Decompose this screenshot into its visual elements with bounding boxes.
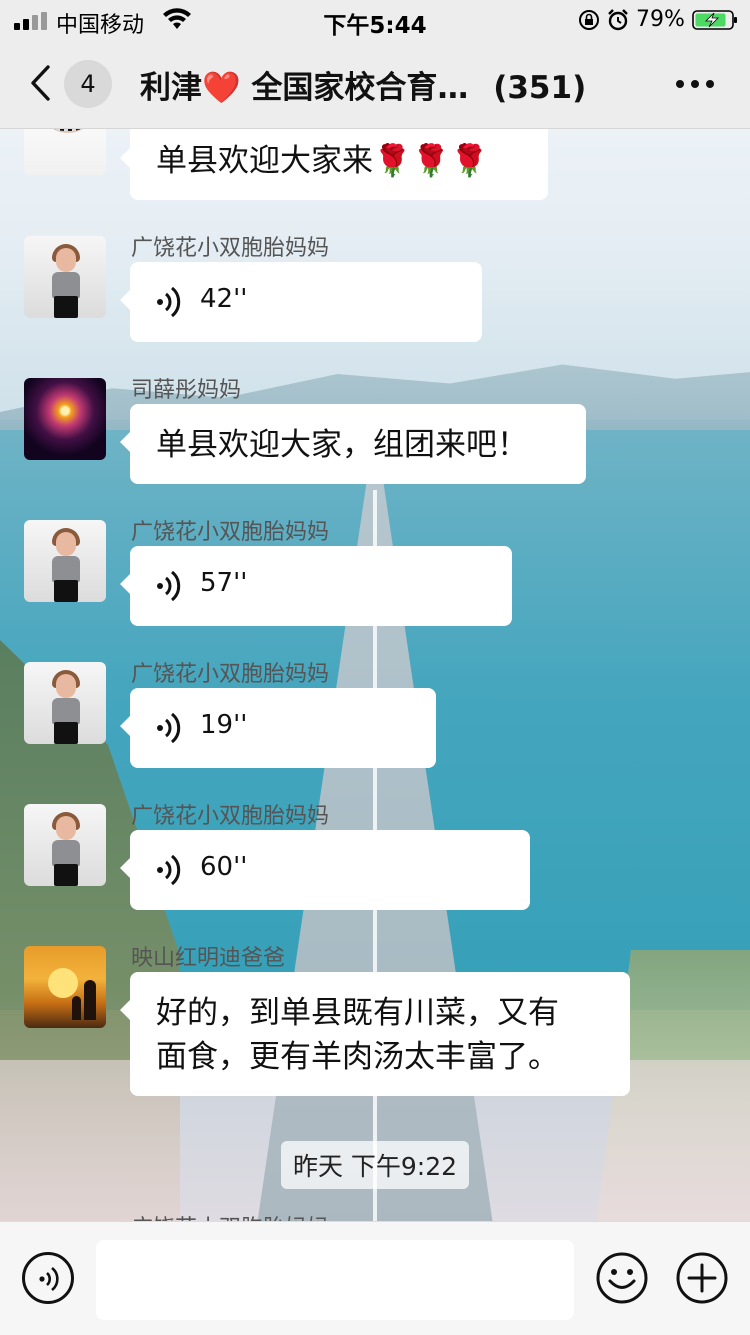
voice-input-icon[interactable] (22, 1252, 74, 1304)
sender-name: 映山红明迪爸爸 (131, 946, 286, 971)
message-text: 单县欢迎大家来🌹🌹🌹 (156, 143, 489, 179)
sender-name: 广饶花小双胞胎妈妈 (131, 1210, 329, 1221)
message-text-line: 面食，更有羊肉汤太丰富了。 (156, 1039, 559, 1075)
voice-message-bubble[interactable]: 57'' (120, 546, 512, 626)
emoji-icon[interactable] (596, 1252, 648, 1304)
message-text-line: 好的，到单县既有川菜，又有 (156, 995, 559, 1031)
chat-title[interactable]: 利津❤️ 全国家校合育… (351) (140, 62, 586, 107)
orientation-lock-icon (579, 10, 599, 30)
status-bar: 中国移动 下午5:44 79% (0, 0, 750, 40)
sender-name: 广饶花小双胞胎妈妈 (131, 520, 330, 545)
voice-duration: 57'' (200, 568, 248, 598)
fireworks-avatar[interactable] (24, 378, 106, 460)
woman-portrait-avatar[interactable] (24, 520, 106, 602)
sender-name: 广饶花小双胞胎妈妈 (131, 662, 330, 687)
voice-duration: 42'' (200, 284, 248, 314)
text-message-bubble[interactable]: 单县欢迎大家，组团来吧！ (120, 404, 586, 484)
woman-portrait-avatar[interactable] (24, 804, 106, 886)
woman-portrait-avatar[interactable] (24, 236, 106, 318)
chat-header: 4 利津❤️ 全国家校合育… (351) (0, 40, 750, 129)
sunset-avatar[interactable] (24, 946, 106, 1028)
text-message-bubble[interactable]: 好的，到单县既有川菜，又有 面食，更有羊肉汤太丰富了。 (120, 972, 630, 1096)
time-divider: 昨天 下午9:22 (0, 1141, 750, 1189)
woman-portrait-avatar[interactable] (24, 662, 106, 744)
alarm-icon (608, 9, 628, 31)
input-bar (0, 1221, 750, 1335)
voice-wave-icon (157, 712, 181, 744)
message-list[interactable]: 单县欢迎大家来🌹🌹🌹 广饶花小双胞胎妈妈 42'' 司薛彤妈妈 单县欢迎大家，组… (0, 129, 750, 1221)
sender-name: 广饶花小双胞胎妈妈 (131, 804, 330, 829)
battery-percentage: 79% (636, 7, 685, 32)
voice-message-bubble[interactable]: 19'' (120, 688, 436, 768)
voice-duration: 60'' (200, 852, 248, 882)
unread-count-badge[interactable]: 4 (64, 60, 112, 108)
sender-name: 司薛彤妈妈 (131, 378, 242, 403)
sender-name: 广饶花小双胞胎妈妈 (131, 236, 330, 261)
voice-wave-icon (157, 286, 181, 318)
voice-wave-icon (157, 570, 181, 602)
message-input[interactable] (96, 1240, 574, 1320)
member-count: (351) (493, 70, 587, 106)
voice-duration: 19'' (200, 710, 248, 740)
necklace-avatar[interactable] (24, 129, 106, 175)
voice-message-bubble[interactable]: 42'' (120, 262, 482, 342)
battery-charging-icon (692, 10, 737, 30)
voice-wave-icon (157, 854, 181, 886)
voice-message-bubble[interactable]: 60'' (120, 830, 530, 910)
more-icon[interactable] (676, 80, 716, 90)
timestamp-label: 昨天 下午9:22 (280, 1141, 470, 1189)
text-message-bubble[interactable]: 单县欢迎大家来🌹🌹🌹 (120, 129, 548, 200)
message-text: 单县欢迎大家，组团来吧！ (156, 427, 528, 463)
chat-title-text: 利津❤️ 全国家校合育… (140, 70, 469, 106)
back-icon[interactable] (28, 64, 52, 102)
plus-icon[interactable] (676, 1252, 728, 1304)
